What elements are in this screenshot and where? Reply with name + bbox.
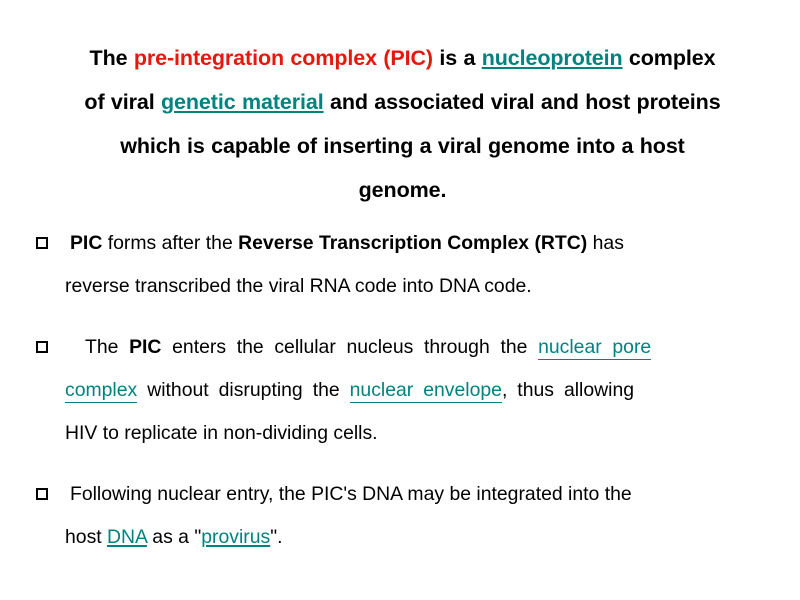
heading-line-3: which is capable of inserting a viral ge…: [30, 124, 775, 168]
bullet-3-text-as-a-quote: as a ": [146, 526, 202, 548]
bullet-2-text-the: The: [85, 336, 130, 358]
heading-text-of-viral: of viral: [84, 90, 161, 114]
link-dna[interactable]: DNA: [107, 526, 147, 548]
heading-text-is-a: is a: [432, 46, 482, 70]
slide-canvas: The pre-integration complex (PIC) is a n…: [0, 0, 800, 600]
heading-text-genome: genome.: [358, 178, 447, 202]
bullet-1-text-forms-after: forms after the: [102, 232, 239, 254]
bullet-1-text-reverse-transcribed: reverse transcribed the viral RNA code i…: [65, 275, 532, 297]
term-pic: PIC: [70, 232, 103, 254]
bullet-2-line-3: HIV to replicate in non-dividing cells.: [65, 412, 778, 455]
heading-line-2: of viral genetic material and associated…: [30, 80, 775, 124]
bullet-3-text-following: Following nuclear entry, the PIC's DNA m…: [70, 483, 632, 505]
term-pic: PIC: [129, 336, 162, 358]
link-provirus[interactable]: provirus: [201, 526, 270, 548]
heading-line-4: genome.: [30, 168, 775, 212]
bullet-2-text-without-disrupting: without disrupting the: [137, 379, 350, 401]
bullet-1-line-2: reverse transcribed the viral RNA code i…: [65, 265, 778, 308]
list-item: PIC forms after the Reverse Transcriptio…: [30, 222, 778, 308]
slide-heading: The pre-integration complex (PIC) is a n…: [30, 36, 775, 212]
heading-text-the: The: [89, 46, 134, 70]
list-item: Following nuclear entry, the PIC's DNA m…: [30, 473, 778, 559]
bullet-3-line-2: host DNA as a "provirus".: [65, 516, 778, 559]
bullet-2-text-enters: enters the cellular nucleus through the: [161, 336, 539, 358]
hollow-square-bullet-icon: [36, 326, 48, 369]
link-nuclear-envelope[interactable]: nuclear envelope: [349, 379, 502, 403]
heading-text-and-associated: and associated viral and host proteins: [323, 90, 721, 114]
bullet-1-line-1: PIC forms after the Reverse Transcriptio…: [70, 222, 778, 265]
link-complex[interactable]: complex: [65, 379, 138, 403]
bullet-3-text-host: host: [65, 526, 108, 548]
list-item: The PIC enters the cellular nucleus thro…: [30, 326, 778, 455]
link-genetic-material[interactable]: genetic material: [161, 90, 324, 114]
bullet-1-text-has: has: [587, 232, 624, 254]
bullet-2-text-hiv-replicate: HIV to replicate in non-dividing cells.: [65, 422, 378, 444]
link-nuclear-pore[interactable]: nuclear pore: [538, 336, 652, 360]
bullet-2-text-comma-thus: , thus allowing: [501, 379, 635, 401]
heading-text-complex: complex: [622, 46, 716, 70]
hollow-square-bullet-icon: [36, 473, 48, 516]
heading-line-1: The pre-integration complex (PIC) is a n…: [30, 36, 775, 80]
link-nucleoprotein[interactable]: nucleoprotein: [482, 46, 623, 70]
hollow-square-bullet-icon: [36, 222, 48, 265]
bullet-3-text-quote-period: ".: [270, 526, 283, 548]
bullet-3-line-1: Following nuclear entry, the PIC's DNA m…: [70, 473, 778, 516]
bullet-list: PIC forms after the Reverse Transcriptio…: [30, 222, 778, 578]
heading-text-which-is: which is capable of inserting a viral ge…: [120, 134, 685, 158]
bullet-2-line-2: complex without disrupting the nuclear e…: [65, 369, 778, 412]
bullet-2-line-1: The PIC enters the cellular nucleus thro…: [85, 326, 778, 369]
term-rtc: Reverse Transcription Complex (RTC): [238, 232, 588, 254]
heading-emphasis-pic: pre-integration complex (PIC): [133, 46, 433, 70]
